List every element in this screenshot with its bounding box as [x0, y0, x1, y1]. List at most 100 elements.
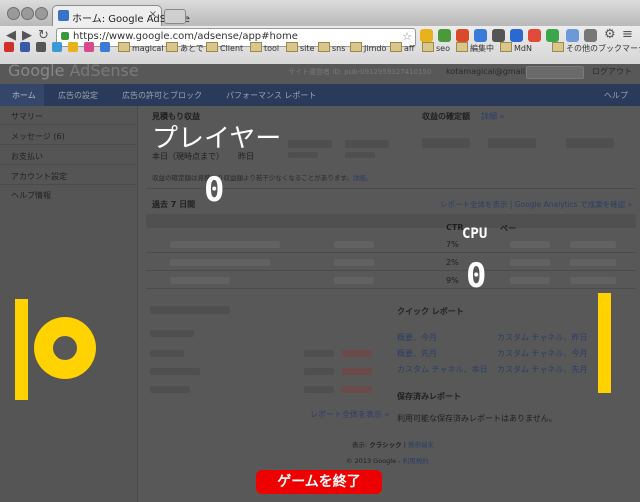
- extension-icon[interactable]: [566, 29, 579, 42]
- quick-report-title: クイック レポート: [397, 307, 464, 316]
- quick-link[interactable]: カスタム チャネル、先月: [497, 364, 587, 375]
- folder-icon: [318, 42, 330, 52]
- blurred-value: [488, 138, 536, 148]
- nav-tab-help[interactable]: ヘルプ: [604, 90, 628, 101]
- finalized-earnings-title: 収益の確定額: [422, 112, 470, 121]
- blurred-row: [304, 368, 334, 375]
- blurred-row: [150, 350, 184, 357]
- player-paddle[interactable]: [15, 299, 28, 400]
- blurred-row: [570, 241, 616, 248]
- bookmark-folder-other[interactable]: その他のブックマーク: [552, 42, 640, 54]
- bookmark-folder[interactable]: seo: [422, 42, 450, 53]
- back-arrow-icon[interactable]: ◀: [6, 28, 16, 43]
- bookmark-folder[interactable]: Client: [206, 42, 243, 53]
- bookmark-favicon-icon[interactable]: [84, 42, 94, 52]
- bookmark-folder[interactable]: 編集中: [456, 42, 494, 54]
- blurred-title: [150, 306, 230, 314]
- extension-icon[interactable]: [438, 29, 451, 42]
- blurred-row: [334, 241, 374, 248]
- extension-icon[interactable]: [492, 29, 505, 42]
- quick-link[interactable]: カスタム チャネル、昨日: [497, 332, 587, 343]
- new-tab-button[interactable]: [164, 9, 186, 24]
- nav-tab-allow-block[interactable]: 広告の許可とブロック: [122, 90, 202, 101]
- bookmark-favicon-icon[interactable]: [68, 42, 78, 52]
- bookmark-folder[interactable]: site: [286, 42, 314, 53]
- footer-copyright: © 2013 Google - 利用規約: [346, 457, 429, 465]
- browser-tab[interactable]: ホーム: Google AdSense ×: [52, 5, 190, 27]
- blurred-table-header: [146, 214, 636, 228]
- extension-icon[interactable]: [420, 29, 433, 42]
- saved-reports-empty: 利用可能な保存済みレポートはありません。: [397, 414, 557, 423]
- bookmark-favicon-icon[interactable]: [100, 42, 110, 52]
- blurred-row: [150, 386, 190, 393]
- bookmark-favicon-icon[interactable]: [4, 42, 14, 52]
- adsense-logo: Google AdSense: [8, 61, 139, 80]
- folder-icon: [206, 42, 218, 52]
- quick-link[interactable]: 概要、今月: [397, 332, 437, 343]
- sidebar-item-messages[interactable]: メッセージ (6): [11, 131, 65, 142]
- blurred-row: [304, 350, 334, 357]
- folder-icon: [456, 42, 468, 52]
- nav-tab-performance[interactable]: パフォーマンス レポート: [226, 90, 316, 101]
- last-7-days-title: 過去 7 日間: [152, 200, 196, 209]
- extension-icon[interactable]: [528, 29, 541, 42]
- quick-link[interactable]: 概要、先月: [397, 348, 437, 359]
- bookmark-folder[interactable]: aff: [390, 42, 414, 53]
- address-url: https://www.google.com/adsense/app#home: [73, 31, 298, 42]
- blurred-value: [566, 138, 614, 148]
- lock-icon: [61, 32, 69, 40]
- extension-icon[interactable]: [474, 29, 487, 42]
- folder-icon: [166, 42, 178, 52]
- nav-tab-ad-settings[interactable]: 広告の設定: [58, 90, 98, 101]
- close-window-icon[interactable]: [7, 7, 20, 20]
- ctr-value: 2%: [446, 258, 459, 267]
- blurred-row: [334, 277, 374, 284]
- account-button[interactable]: [526, 66, 584, 79]
- extension-icon[interactable]: [584, 29, 597, 42]
- ball-center: [53, 336, 77, 360]
- blurred-row: [342, 386, 372, 393]
- sidebar-item-payments[interactable]: お支払い: [11, 151, 43, 162]
- blurred-row: [570, 259, 616, 266]
- sidebar-item-summary[interactable]: サマリー: [11, 111, 43, 122]
- display-switch: 表示: クラシック | 携帯端末: [352, 441, 434, 449]
- bookmark-folder[interactable]: tool: [250, 42, 279, 53]
- minimize-window-icon[interactable]: [21, 7, 34, 20]
- bookmark-folder[interactable]: sns: [318, 42, 345, 53]
- blurred-row: [170, 277, 230, 284]
- forward-arrow-icon[interactable]: ▶: [22, 28, 32, 43]
- quick-link[interactable]: カスタム チャネル、本日: [397, 364, 487, 375]
- reload-icon[interactable]: ↻: [38, 28, 49, 43]
- blurred-row: [510, 277, 550, 284]
- end-game-button[interactable]: ゲームを終了: [256, 470, 382, 494]
- blurred-row: [510, 259, 550, 266]
- report-links[interactable]: レポート全体を表示 | Google Analytics で成果を確認 »: [440, 199, 632, 210]
- settings-gear-icon[interactable]: ⚙: [604, 27, 616, 42]
- extension-icon[interactable]: [510, 29, 523, 42]
- quick-link[interactable]: カスタム チャネル、今月: [497, 348, 587, 359]
- player-score: 0: [204, 170, 225, 210]
- bookmark-favicon-icon[interactable]: [36, 42, 46, 52]
- tab-close-icon[interactable]: ×: [149, 9, 157, 20]
- blurred-value: [345, 152, 375, 158]
- ctr-column-header: CTR: [446, 223, 464, 232]
- extension-icon[interactable]: [546, 29, 559, 42]
- logout-link[interactable]: ログアウト: [592, 66, 632, 77]
- bookmark-folder[interactable]: あとで: [166, 42, 204, 54]
- page-column-header: ペー: [500, 224, 516, 233]
- bookmark-folder[interactable]: magical: [118, 42, 164, 53]
- bookmark-favicon-icon[interactable]: [52, 42, 62, 52]
- extension-icon[interactable]: [456, 29, 469, 42]
- sidebar-item-account-settings[interactable]: アカウント設定: [11, 171, 67, 182]
- bookmark-folder[interactable]: Jimdo: [350, 42, 386, 53]
- cpu-paddle: [598, 293, 611, 393]
- bookmark-folder[interactable]: MdN: [500, 42, 532, 53]
- bookmark-favicon-icon[interactable]: [20, 42, 30, 52]
- folder-icon: [250, 42, 262, 52]
- maximize-window-icon[interactable]: [35, 7, 48, 20]
- sidebar-item-help[interactable]: ヘルプ情報: [11, 190, 51, 201]
- menu-icon[interactable]: ≡: [622, 27, 633, 42]
- finalized-detail-link[interactable]: 詳細 »: [481, 111, 504, 122]
- report-all-link[interactable]: レポート全体を表示 »: [310, 409, 389, 420]
- nav-tab-home[interactable]: ホーム: [12, 90, 36, 101]
